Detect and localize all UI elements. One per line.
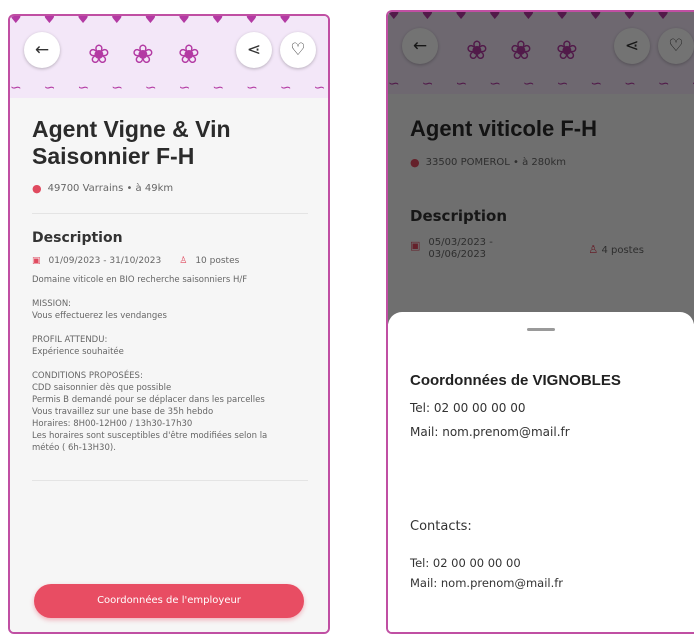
- grape-icon: ❀: [466, 36, 488, 66]
- conditions-block: CONDITIONS PROPOSÉES: CDD saisonnier dès…: [32, 370, 308, 454]
- grape-pattern-bottom: ∽∽∽∽∽∽∽∽∽∽: [388, 76, 694, 92]
- header-banner: ♥♥♥♥♥♥♥♥♥ ❀ ❀ ❀ ∽∽∽∽∽∽∽∽∽∽ ← ⋖ ♡: [10, 16, 328, 98]
- job-detail-screen-right: ♥♥♥♥♥♥♥♥♥ ❀ ❀ ❀ ∽∽∽∽∽∽∽∽∽∽ ← ⋖ ♡ Agent v…: [386, 10, 694, 634]
- job-title: Agent viticole F-H: [410, 116, 598, 141]
- contacts-heading: Contacts:: [410, 519, 472, 534]
- person-icon: ♙: [179, 256, 188, 266]
- back-button[interactable]: ←: [24, 32, 60, 68]
- heart-icon: ♡: [668, 36, 684, 56]
- description-heading: Description: [32, 230, 123, 246]
- favorite-button[interactable]: ♡: [658, 28, 694, 64]
- dates-line1: 05/03/2023 -: [428, 237, 493, 248]
- conditions-heading: CONDITIONS PROPOSÉES:: [32, 371, 143, 381]
- mission-text: Vous effectuerez les vendanges: [32, 311, 167, 321]
- share-button[interactable]: ⋖: [614, 28, 650, 64]
- conditions-line: météo ( 6h-13H30).: [32, 443, 116, 453]
- profile-block: PROFIL ATTENDU: Expérience souhaitée: [32, 334, 308, 358]
- calendar-icon: ▣: [32, 256, 41, 266]
- posts-text: 4 postes: [601, 245, 644, 256]
- back-arrow-icon: ←: [412, 36, 428, 56]
- conditions-line: Vous travaillez sur une base de 35h hebd…: [32, 407, 214, 417]
- back-button[interactable]: ←: [402, 28, 438, 64]
- profile-text: Expérience souhaitée: [32, 347, 124, 357]
- dates-posts-row: ▣ 05/03/2023 - 03/06/2023 ♙ 4 postes: [410, 237, 694, 261]
- location-pin-icon: ●: [32, 182, 42, 195]
- grape-pattern-top: ♥♥♥♥♥♥♥♥♥: [388, 12, 691, 23]
- contact-phone[interactable]: Tel: 02 00 00 00 00: [410, 556, 684, 570]
- job-title: Agent Vigne & Vin Saisonnier F-H: [32, 116, 308, 170]
- job-details: Agent Vigne & Vin Saisonnier F-H ● 49700…: [32, 116, 308, 497]
- divider: [32, 480, 308, 481]
- header-banner: ♥♥♥♥♥♥♥♥♥ ❀ ❀ ❀ ∽∽∽∽∽∽∽∽∽∽ ← ⋖ ♡: [388, 12, 694, 94]
- posts-row: ♙ 4 postes: [588, 243, 644, 256]
- location-text: 49700 Varrains • à 49km: [47, 183, 174, 194]
- share-icon: ⋖: [246, 40, 262, 60]
- heart-icon: ♡: [290, 40, 306, 60]
- contact-email[interactable]: Mail: nom.prenom@mail.fr: [410, 576, 684, 590]
- mission-block: MISSION: Vous effectuerez les vendanges: [32, 298, 308, 322]
- employer-phone[interactable]: Tel: 02 00 00 00 00: [410, 401, 684, 415]
- grape-icon: ❀: [556, 36, 578, 66]
- posts-text: 10 postes: [195, 256, 240, 266]
- dates-line2: 03/06/2023: [428, 249, 487, 260]
- sheet-title: Coordonnées de VIGNOBLES: [410, 372, 621, 389]
- employer-contact-sheet: Coordonnées de VIGNOBLES Tel: 02 00 00 0…: [388, 312, 694, 632]
- location-text: 33500 POMEROL • à 280km: [425, 157, 567, 168]
- employer-email[interactable]: Mail: nom.prenom@mail.fr: [410, 425, 684, 439]
- mission-heading: MISSION:: [32, 299, 72, 309]
- employer-contact-button[interactable]: Coordonnées de l'employeur: [34, 584, 304, 618]
- share-icon: ⋖: [624, 36, 640, 56]
- grape-pattern-bottom: ∽∽∽∽∽∽∽∽∽∽: [10, 80, 328, 96]
- grape-icon: ❀: [132, 40, 154, 70]
- conditions-line: Horaires: 8H00-12H00 / 13h30-17h30: [32, 419, 193, 429]
- job-details: Agent viticole F-H ● 33500 POMEROL • à 2…: [410, 116, 694, 261]
- intro-text: Domaine viticole en BIO recherche saison…: [32, 275, 248, 285]
- grape-icon: ❀: [510, 36, 532, 66]
- job-title-line1: Agent Vigne & Vin: [32, 116, 231, 142]
- grape-icon: ❀: [88, 40, 110, 70]
- calendar-icon: ▣: [410, 239, 421, 252]
- job-title-line2: Saisonnier F-H: [32, 143, 195, 169]
- description-heading: Description: [410, 207, 508, 225]
- divider: [32, 213, 308, 214]
- conditions-line: CDD saisonnier dès que possible: [32, 383, 172, 393]
- person-icon: ♙: [588, 243, 599, 256]
- dates-text: 05/03/2023 - 03/06/2023: [428, 237, 568, 261]
- job-detail-screen-left: ♥♥♥♥♥♥♥♥♥ ❀ ❀ ❀ ∽∽∽∽∽∽∽∽∽∽ ← ⋖ ♡ Agent V…: [8, 14, 330, 634]
- grape-icon: ❀: [178, 40, 200, 70]
- sheet-drag-handle[interactable]: [527, 328, 555, 331]
- sheet-content: Coordonnées de VIGNOBLES Tel: 02 00 00 0…: [410, 372, 684, 590]
- dates-posts-row: ▣ 01/09/2023 - 31/10/2023 ♙ 10 postes: [32, 256, 308, 266]
- location-pin-icon: ●: [410, 156, 420, 169]
- conditions-line: Les horaires sont susceptibles d'être mo…: [32, 431, 268, 441]
- location-row: ● 49700 Varrains • à 49km: [32, 182, 308, 195]
- location-row: ● 33500 POMEROL • à 280km: [410, 156, 694, 169]
- profile-heading: PROFIL ATTENDU:: [32, 335, 108, 345]
- dates-text: 01/09/2023 - 31/10/2023: [48, 256, 162, 266]
- grape-pattern-top: ♥♥♥♥♥♥♥♥♥: [10, 16, 313, 27]
- conditions-line: Permis B demandé pour se déplacer dans l…: [32, 395, 265, 405]
- back-arrow-icon: ←: [34, 40, 50, 60]
- favorite-button[interactable]: ♡: [280, 32, 316, 68]
- share-button[interactable]: ⋖: [236, 32, 272, 68]
